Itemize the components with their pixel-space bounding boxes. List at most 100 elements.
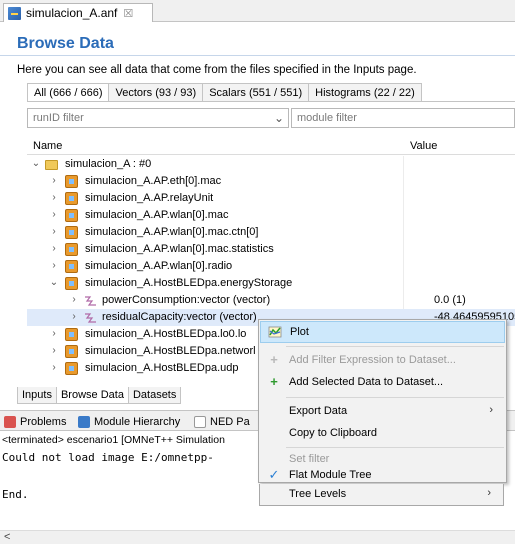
tree-row[interactable]: › simulacion_A.AP.wlan[0].mac.statistics xyxy=(27,241,515,258)
chevron-right-icon[interactable]: › xyxy=(69,311,79,322)
divider xyxy=(0,55,515,56)
editor-tabbar: simulacion_A.anf ☒ xyxy=(0,0,515,22)
tab-inputs[interactable]: Inputs xyxy=(17,387,57,404)
analysis-file-icon xyxy=(8,6,21,20)
menu-item-add-selected-data[interactable]: + Add Selected Data to Dataset... xyxy=(260,372,505,394)
menu-item-label: Plot xyxy=(290,326,309,338)
editor-tab[interactable]: simulacion_A.anf ☒ xyxy=(3,3,153,22)
module-filter[interactable]: module filter xyxy=(291,108,515,128)
tree-row[interactable]: › simulacion_A.AP.wlan[0].mac xyxy=(27,207,515,224)
module-icon xyxy=(65,277,78,290)
page-description: Here you can see all data that come from… xyxy=(17,64,417,76)
tree-label: simulacion_A : #0 xyxy=(65,158,152,170)
chevron-right-icon[interactable]: › xyxy=(49,175,59,186)
run-id-filter[interactable]: runID filter ⌄ xyxy=(27,108,289,128)
tree-label: simulacion_A.AP.wlan[0].mac xyxy=(85,209,229,221)
module-icon xyxy=(65,362,78,375)
chevron-right-icon[interactable]: › xyxy=(49,209,59,220)
submenu-arrow-icon: › xyxy=(489,404,493,416)
module-icon xyxy=(65,226,78,239)
menu-item-export-data[interactable]: Export Data › xyxy=(260,401,505,423)
menu-item-label: Tree Levels xyxy=(289,488,347,500)
menu-item-label: Add Filter Expression to Dataset... xyxy=(289,354,456,366)
tree-label: simulacion_A.AP.wlan[0].mac.ctn[0] xyxy=(85,226,259,238)
parameters-icon xyxy=(194,416,206,428)
menu-separator xyxy=(286,346,504,347)
editor-tab-title: simulacion_A.anf xyxy=(26,6,118,20)
tree-label: simulacion_A.HostBLEDpa.lo0.lo xyxy=(85,328,247,340)
menu-item-add-filter-expression[interactable]: + Add Filter Expression to Dataset... xyxy=(260,350,505,372)
chevron-right-icon[interactable]: › xyxy=(49,243,59,254)
page-title: Browse Data xyxy=(17,35,114,52)
tab-datasets[interactable]: Datasets xyxy=(127,387,182,404)
tree-row[interactable]: › simulacion_A.AP.relayUnit xyxy=(27,190,515,207)
module-icon xyxy=(65,345,78,358)
problems-icon xyxy=(4,416,16,428)
tree-row-energy-storage[interactable]: ⌄ simulacion_A.HostBLEDpa.energyStorage xyxy=(27,275,515,292)
chevron-right-icon[interactable]: › xyxy=(49,192,59,203)
tree-label: simulacion_A.AP.eth[0].mac xyxy=(85,175,222,187)
module-icon xyxy=(65,260,78,273)
tree-label: simulacion_A.HostBLEDpa.networl xyxy=(85,345,256,357)
chevron-right-icon[interactable]: › xyxy=(49,362,59,373)
menu-item-flat-module-tree[interactable]: ✓ Flat Module Tree xyxy=(260,467,505,485)
tab-problems[interactable]: Problems xyxy=(4,413,66,431)
folder-icon xyxy=(45,160,58,170)
menu-item-label: Set filter xyxy=(289,453,330,465)
tree-row-vector[interactable]: › powerConsumption:vector (vector) 0.0 (… xyxy=(27,292,515,309)
menu-item-tree-levels[interactable]: Tree Levels › xyxy=(259,484,504,506)
tree-row[interactable]: › simulacion_A.AP.wlan[0].mac.ctn[0] xyxy=(27,224,515,241)
tab-vectors[interactable]: Vectors (93 / 93) xyxy=(108,83,204,102)
chevron-right-icon[interactable]: › xyxy=(49,328,59,339)
menu-item-label: Flat Module Tree xyxy=(289,469,372,481)
tree-row-run[interactable]: ⌄ simulacion_A : #0 xyxy=(27,156,515,173)
chevron-right-icon[interactable]: › xyxy=(49,345,59,356)
tab-label: Module Hierarchy xyxy=(94,416,181,428)
submenu-arrow-icon: › xyxy=(487,487,491,499)
tree-row[interactable]: › simulacion_A.AP.eth[0].mac xyxy=(27,173,515,190)
menu-item-label: Export Data xyxy=(289,405,348,417)
tab-scalars[interactable]: Scalars (551 / 551) xyxy=(202,83,310,102)
chevron-right-icon[interactable]: › xyxy=(49,226,59,237)
run-id-filter-placeholder: runID filter xyxy=(33,112,84,124)
module-icon xyxy=(65,175,78,188)
chevron-down-icon[interactable]: ⌄ xyxy=(31,158,41,169)
console-line: End. xyxy=(2,488,29,501)
chevron-right-icon[interactable]: › xyxy=(69,294,79,305)
plus-icon: + xyxy=(270,352,278,367)
menu-item-copy-to-clipboard[interactable]: Copy to Clipboard xyxy=(260,423,505,445)
menu-separator xyxy=(286,397,504,398)
column-value-header[interactable]: Value xyxy=(410,140,437,152)
tab-label: Problems xyxy=(20,416,67,428)
tab-all[interactable]: All (666 / 666) xyxy=(27,83,110,102)
tree-header: Name Value xyxy=(27,137,515,155)
menu-item-label: Add Selected Data to Dataset... xyxy=(289,376,444,388)
module-icon xyxy=(65,192,78,205)
context-menu: Plot + Add Filter Expression to Dataset.… xyxy=(258,319,507,483)
menu-separator xyxy=(286,447,504,448)
chevron-down-icon[interactable]: ⌄ xyxy=(274,111,284,125)
tab-module-hierarchy[interactable]: Module Hierarchy xyxy=(78,413,180,431)
chevron-right-icon[interactable]: › xyxy=(49,260,59,271)
console-line: Could not load image E:/omnetpp- xyxy=(2,451,214,464)
horizontal-scrollbar[interactable]: < xyxy=(0,530,515,544)
checkmark-icon: ✓ xyxy=(268,467,280,482)
module-icon xyxy=(65,328,78,341)
hierarchy-icon xyxy=(78,416,90,428)
column-name-header[interactable]: Name xyxy=(33,140,62,152)
plus-icon: + xyxy=(270,374,278,389)
tree-row[interactable]: › simulacion_A.AP.wlan[0].radio xyxy=(27,258,515,275)
tree-label: simulacion_A.AP.relayUnit xyxy=(85,192,214,204)
tree-label: simulacion_A.HostBLEDpa.energyStorage xyxy=(85,277,293,289)
tab-ned-parameters[interactable]: NED Pa xyxy=(194,413,250,431)
tab-browse-data[interactable]: Browse Data xyxy=(55,387,129,404)
scroll-left-icon[interactable]: < xyxy=(4,531,10,543)
console-status: <terminated> escenario1 [OMNeT++ Simulat… xyxy=(2,434,225,446)
module-icon xyxy=(65,243,78,256)
tree-label: residualCapacity:vector (vector) xyxy=(102,311,257,323)
menu-item-plot[interactable]: Plot xyxy=(260,321,505,343)
tab-histograms[interactable]: Histograms (22 / 22) xyxy=(308,83,422,102)
close-icon[interactable]: ☒ xyxy=(123,7,133,20)
vector-icon xyxy=(85,313,96,323)
chevron-down-icon[interactable]: ⌄ xyxy=(49,277,59,288)
